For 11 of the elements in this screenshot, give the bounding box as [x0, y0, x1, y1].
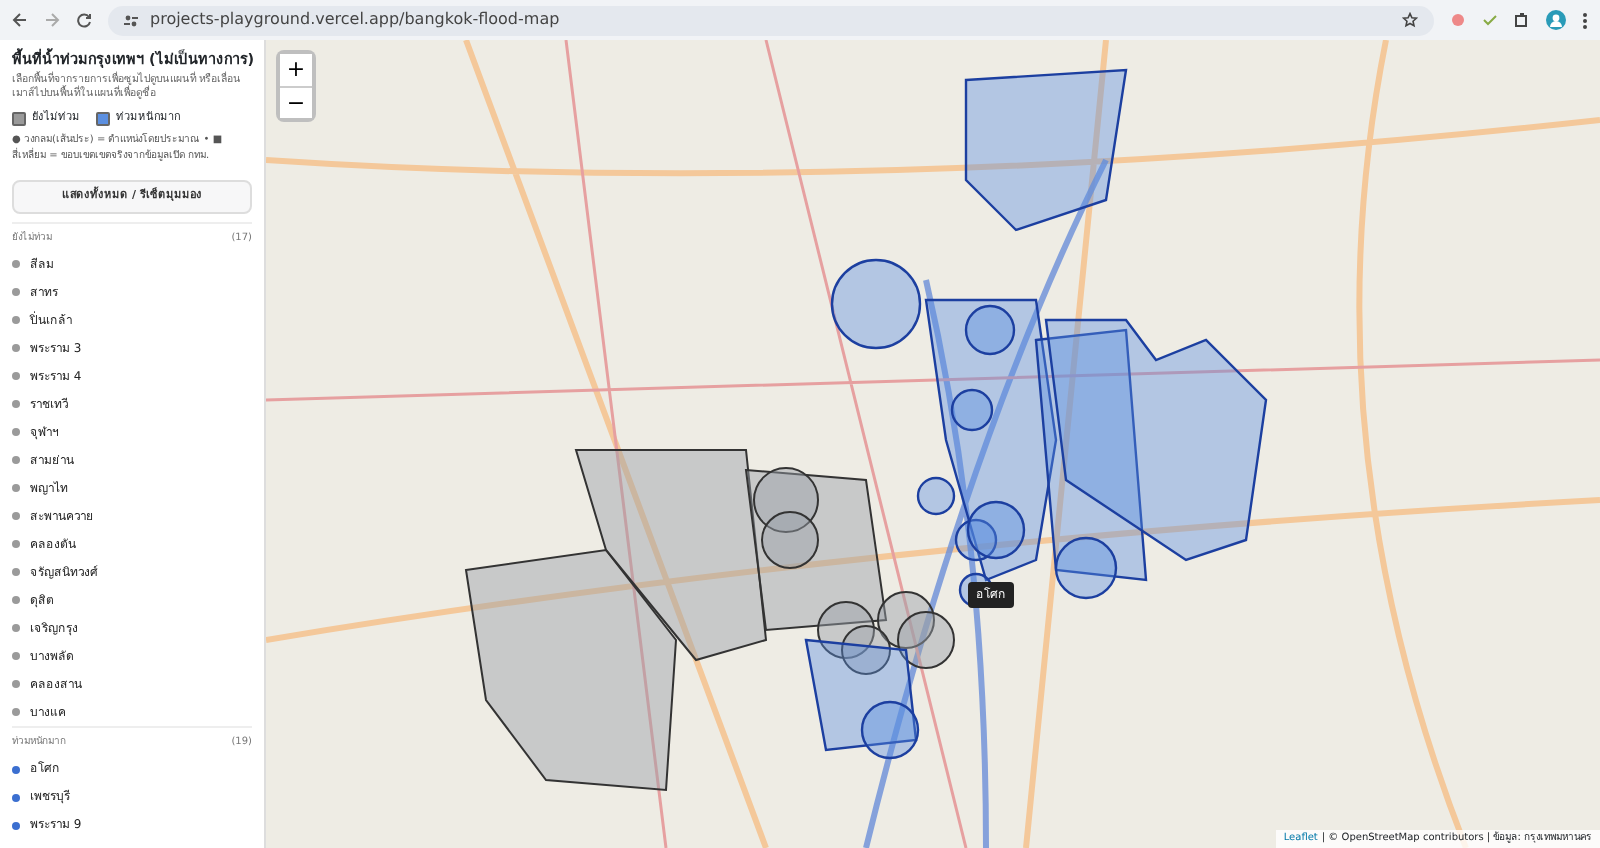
zoom-out-button[interactable]: − — [280, 86, 312, 118]
check-icon[interactable] — [1482, 12, 1498, 28]
bookmark-star-icon[interactable] — [1402, 12, 1418, 28]
url-text: projects-playground.vercel.app/bangkok-flood-map — [150, 8, 560, 32]
address-bar[interactable]: projects-playground.vercel.app/bangkok-flood-map — [108, 5, 1434, 35]
menu-icon[interactable] — [1582, 11, 1588, 29]
reload-icon[interactable] — [76, 12, 92, 28]
profile-avatar-icon[interactable] — [1546, 10, 1566, 30]
back-icon[interactable] — [12, 12, 28, 28]
site-settings-icon[interactable] — [124, 13, 138, 27]
puzzle-icon[interactable] — [1514, 12, 1530, 28]
